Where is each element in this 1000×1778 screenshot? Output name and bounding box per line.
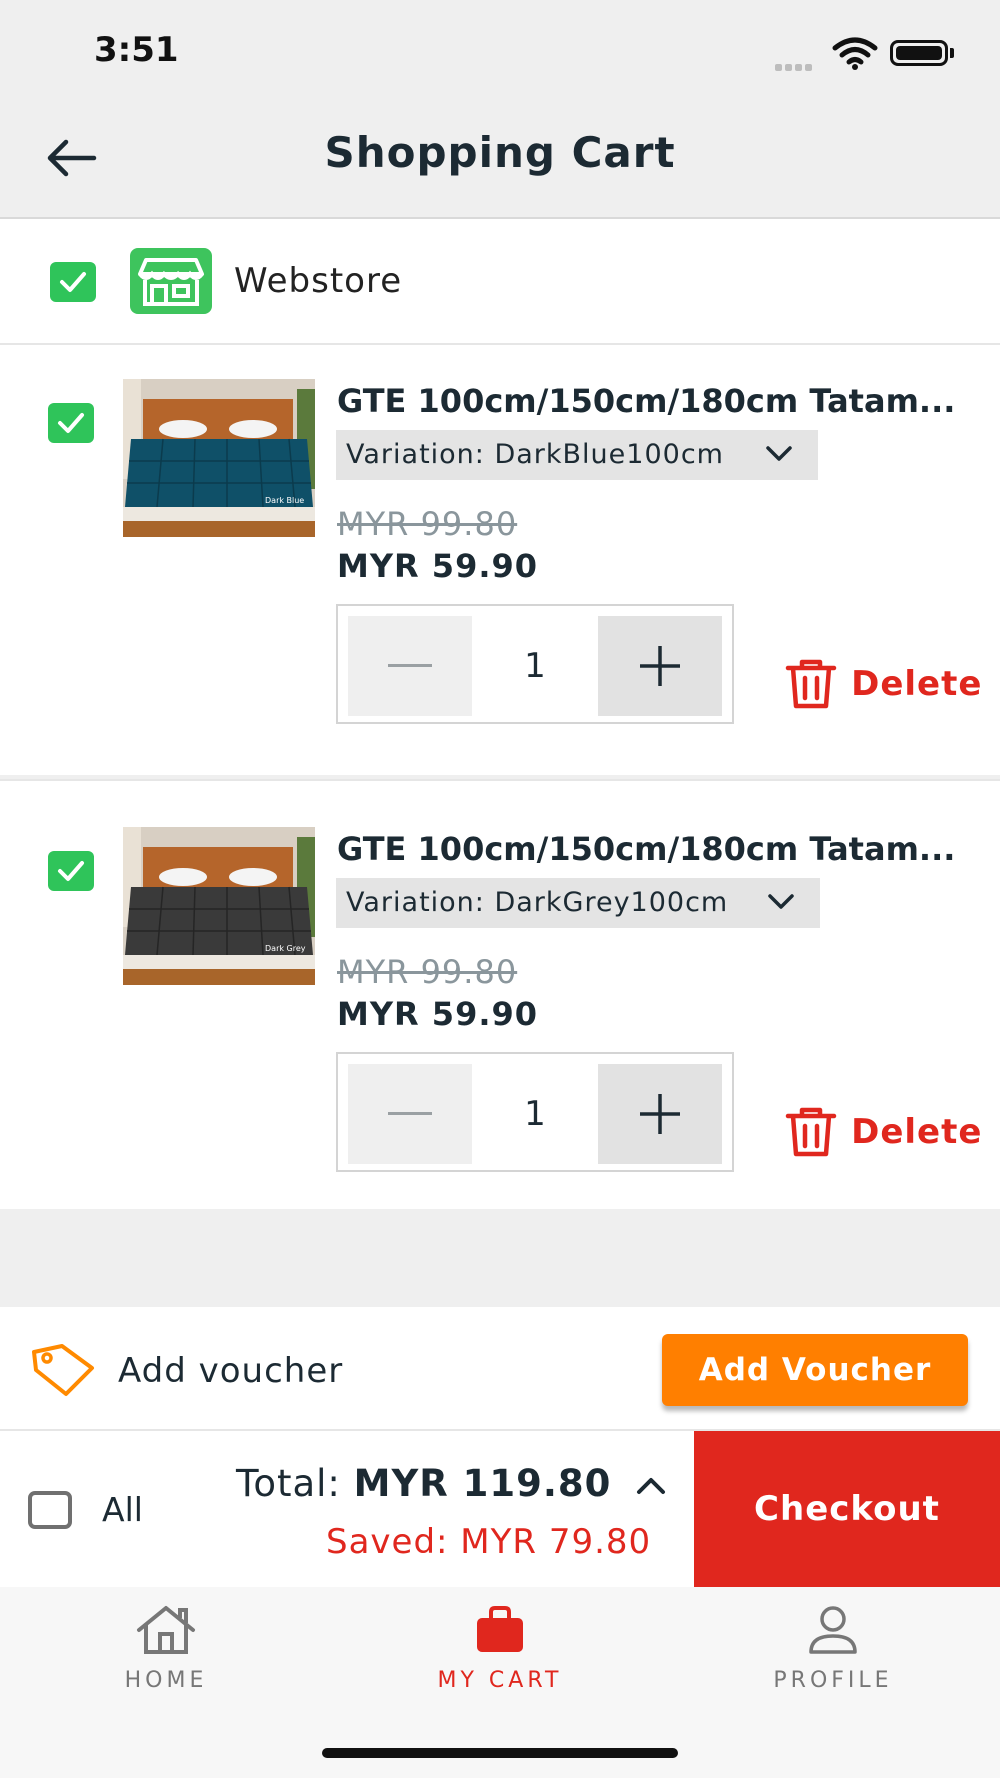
product-image[interactable]: Dark Blue (123, 379, 315, 537)
bag-icon (477, 1606, 523, 1652)
svg-text:Dark Blue: Dark Blue (265, 496, 304, 505)
chevron-up-icon (637, 1477, 666, 1494)
select-all-checkbox[interactable] (28, 1491, 72, 1529)
sale-price: MYR 59.90 (337, 995, 539, 1033)
decrease-button[interactable] (348, 1064, 472, 1164)
svg-text:Dark Grey: Dark Grey (265, 944, 306, 953)
tag-icon (32, 1344, 94, 1396)
quantity-stepper: 1 (336, 604, 734, 724)
product-name[interactable]: GTE 100cm/150cm/180cm Tatam... (337, 830, 955, 868)
signal-icon (775, 56, 815, 75)
saved-amount: Saved: MYR 79.80 (326, 1522, 652, 1562)
item-checkbox[interactable] (48, 851, 94, 891)
total-prefix: Total: (236, 1462, 341, 1505)
select-all-label[interactable]: All (102, 1490, 143, 1529)
store-icon (130, 248, 212, 314)
quantity-value[interactable]: 1 (462, 1064, 608, 1164)
increase-button[interactable] (598, 1064, 722, 1164)
decrease-button[interactable] (348, 616, 472, 716)
tab-my-cart-label: MY CART (437, 1668, 563, 1693)
variation-label: Variation: DarkGrey100cm (346, 887, 729, 918)
checkout-button[interactable]: Checkout (694, 1431, 1000, 1587)
original-price: MYR 99.80 (337, 505, 518, 543)
chevron-down-icon (768, 894, 794, 909)
page-title: Shopping Cart (324, 128, 676, 177)
tab-profile[interactable]: PROFILE (713, 1604, 953, 1693)
tab-my-cart[interactable]: MY CART (380, 1604, 620, 1693)
item-checkbox[interactable] (48, 403, 94, 443)
total-summary[interactable]: Total: MYR 119.80 (236, 1462, 666, 1505)
tab-home-label: HOME (124, 1668, 208, 1693)
status-time: 3:51 (94, 30, 179, 70)
tab-profile-label: PROFILE (773, 1668, 893, 1693)
wifi-icon (832, 37, 878, 70)
add-voucher-button[interactable]: Add Voucher (662, 1334, 968, 1406)
delete-button[interactable]: Delete (784, 658, 982, 710)
total-value: MYR 119.80 (353, 1462, 612, 1505)
battery-tip (950, 48, 954, 58)
tab-home[interactable]: HOME (46, 1604, 286, 1693)
variation-dropdown[interactable]: Variation: DarkBlue100cm (336, 430, 818, 480)
original-price: MYR 99.80 (337, 953, 518, 991)
delete-button[interactable]: Delete (784, 1106, 982, 1158)
home-icon (137, 1606, 195, 1654)
product-name[interactable]: GTE 100cm/150cm/180cm Tatam... (337, 382, 955, 420)
product-image[interactable]: Dark Grey (123, 827, 315, 985)
chevron-down-icon (766, 446, 792, 461)
delete-label: Delete (851, 664, 983, 704)
trash-icon (785, 659, 837, 709)
trash-icon (785, 1107, 837, 1157)
battery-icon (890, 40, 948, 66)
voucher-label: Add voucher (118, 1351, 344, 1391)
home-indicator (322, 1748, 678, 1758)
variation-dropdown[interactable]: Variation: DarkGrey100cm (336, 878, 820, 928)
quantity-value[interactable]: 1 (462, 616, 608, 716)
store-name[interactable]: Webstore (234, 261, 402, 301)
quantity-stepper: 1 (336, 1052, 734, 1172)
delete-label: Delete (851, 1112, 983, 1152)
increase-button[interactable] (598, 616, 722, 716)
store-checkbox[interactable] (50, 262, 96, 302)
variation-label: Variation: DarkBlue100cm (346, 439, 724, 470)
sale-price: MYR 59.90 (337, 547, 539, 585)
person-icon (809, 1606, 857, 1654)
